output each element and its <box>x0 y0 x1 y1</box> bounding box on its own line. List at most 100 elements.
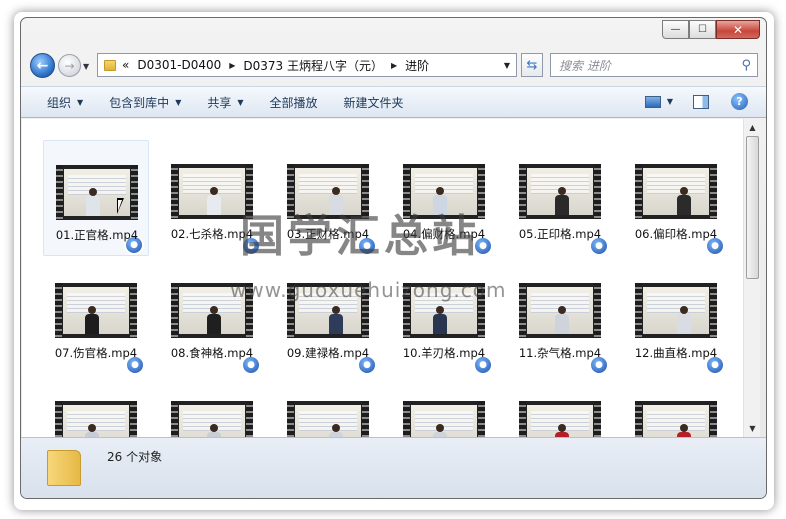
title-bar[interactable]: — ☐ ✕ <box>21 18 766 46</box>
breadcrumb-overflow[interactable]: « <box>122 58 129 72</box>
video-file-item[interactable]: ● 06.偏印格.mp4 <box>623 140 729 256</box>
film-strip <box>594 283 601 338</box>
presenter <box>677 424 691 437</box>
play-all-label: 全部播放 <box>269 95 318 110</box>
video-file-item[interactable]: ● 10.羊刃格.mp4 <box>391 259 497 375</box>
video-frame <box>643 287 709 334</box>
close-button[interactable]: ✕ <box>716 20 760 39</box>
video-thumbnail <box>519 283 601 338</box>
arrow-left-icon: ← <box>36 57 49 74</box>
search-icon[interactable]: ⚲ <box>741 58 751 73</box>
details-pane: 26 个对象 <box>21 437 766 498</box>
view-options-dropdown[interactable]: ▼ <box>667 97 673 106</box>
video-file-item[interactable] <box>391 377 497 437</box>
search-placeholder: 搜索 进阶 <box>559 58 611 73</box>
film-strip <box>519 283 526 338</box>
breadcrumb-item[interactable]: D0301-D0400 <box>137 58 221 72</box>
video-file-item[interactable]: ● 08.食神格.mp4 <box>159 259 265 375</box>
address-dropdown-icon[interactable]: ▼ <box>504 61 510 70</box>
caption-buttons: — ☐ ✕ <box>662 20 760 40</box>
scroll-up-icon[interactable]: ▲ <box>744 119 761 136</box>
breadcrumb-item[interactable]: D0373 王炳程八字（元） <box>243 57 383 74</box>
back-button[interactable]: ← <box>30 53 55 78</box>
presenter <box>85 424 99 437</box>
refresh-button[interactable]: ⇆ <box>521 53 543 77</box>
video-file-item[interactable]: ● 01.正官格.mp4 <box>43 140 149 256</box>
film-strip <box>362 401 369 437</box>
include-in-library-button[interactable]: 包含到库中 ▼ <box>109 94 181 111</box>
film-strip <box>710 164 717 219</box>
whiteboard <box>299 411 357 431</box>
breadcrumb-item[interactable]: 进阶 <box>405 57 429 74</box>
preview-pane-icon[interactable] <box>693 94 709 109</box>
video-file-item[interactable]: ● 12.曲直格.mp4 <box>623 259 729 375</box>
video-file-item[interactable]: ● 09.建禄格.mp4 <box>275 259 381 375</box>
watermark-url: www.guoxuehuizong.com <box>230 278 507 302</box>
film-strip <box>710 401 717 437</box>
file-name-label: 06.偏印格.mp4 <box>634 227 718 241</box>
scrollbar-thumb[interactable] <box>746 136 759 279</box>
vertical-scrollbar[interactable]: ▲ ▼ <box>743 119 760 437</box>
video-file-item[interactable]: ● 05.正印格.mp4 <box>507 140 613 256</box>
film-strip <box>635 401 642 437</box>
video-file-item[interactable] <box>275 377 381 437</box>
video-file-item[interactable] <box>159 377 265 437</box>
forward-button[interactable]: → <box>58 54 81 77</box>
film-strip <box>710 283 717 338</box>
view-tools: ▼ ? <box>644 93 748 110</box>
file-name-label: 10.羊刃格.mp4 <box>402 346 486 360</box>
chevron-down-icon: ▼ <box>77 97 84 107</box>
share-button[interactable]: 共享 ▼ <box>207 94 243 111</box>
presenter <box>555 306 569 334</box>
address-bar[interactable]: « D0301-D0400 ▶ D0373 王炳程八字（元） ▶ 进阶 ▼ <box>97 53 517 77</box>
presenter <box>86 188 100 216</box>
breadcrumb-separator-icon[interactable]: ▶ <box>229 61 235 70</box>
file-name-label: 11.杂气格.mp4 <box>518 346 602 360</box>
navigation-bar: ← → ▼ « D0301-D0400 ▶ D0373 王炳程八字（元） ▶ 进… <box>21 48 766 82</box>
video-file-item[interactable]: ● 07.伤官格.mp4 <box>43 259 149 375</box>
video-frame <box>179 405 245 437</box>
file-name-label: 07.伤官格.mp4 <box>54 346 138 360</box>
video-frame <box>643 405 709 437</box>
presenter <box>677 306 691 334</box>
change-view-icon[interactable] <box>644 95 661 108</box>
organize-button[interactable]: 组织 ▼ <box>47 94 83 111</box>
film-strip <box>55 401 62 437</box>
play-all-button[interactable]: 全部播放 <box>270 94 318 111</box>
video-file-item[interactable] <box>623 377 729 437</box>
presenter <box>329 306 343 334</box>
search-input[interactable]: 搜索 进阶 ⚲ <box>550 53 758 77</box>
minimize-button[interactable]: — <box>662 20 689 39</box>
video-file-item[interactable] <box>43 377 149 437</box>
video-thumbnail <box>635 283 717 338</box>
film-strip <box>56 165 63 220</box>
chevron-down-icon: ▼ <box>175 97 182 107</box>
new-folder-label: 新建文件夹 <box>343 95 404 110</box>
film-strip <box>519 401 526 437</box>
film-strip <box>130 401 137 437</box>
arrow-right-icon: → <box>64 58 75 73</box>
maximize-button[interactable]: ☐ <box>689 20 716 39</box>
presenter <box>433 306 447 334</box>
file-name-label: 12.曲直格.mp4 <box>634 346 718 360</box>
film-strip <box>171 283 178 338</box>
folder-icon <box>104 59 116 71</box>
breadcrumb-separator-icon[interactable]: ▶ <box>391 61 397 70</box>
video-file-item[interactable] <box>507 377 613 437</box>
presenter <box>207 424 221 437</box>
file-name-label: 09.建禄格.mp4 <box>286 346 370 360</box>
chevron-down-icon: ▼ <box>237 97 244 107</box>
help-icon[interactable]: ? <box>731 93 748 110</box>
film-strip <box>403 401 410 437</box>
video-frame <box>63 405 129 437</box>
film-strip <box>594 401 601 437</box>
file-name-label: 08.食神格.mp4 <box>170 346 254 360</box>
new-folder-button[interactable]: 新建文件夹 <box>344 94 404 111</box>
film-strip <box>478 401 485 437</box>
recent-pages-dropdown[interactable]: ▼ <box>83 62 89 71</box>
video-file-item[interactable]: ● 11.杂气格.mp4 <box>507 259 613 375</box>
film-strip <box>635 164 642 219</box>
video-frame <box>527 168 593 215</box>
whiteboard <box>647 293 705 313</box>
scroll-down-icon[interactable]: ▼ <box>744 420 761 437</box>
